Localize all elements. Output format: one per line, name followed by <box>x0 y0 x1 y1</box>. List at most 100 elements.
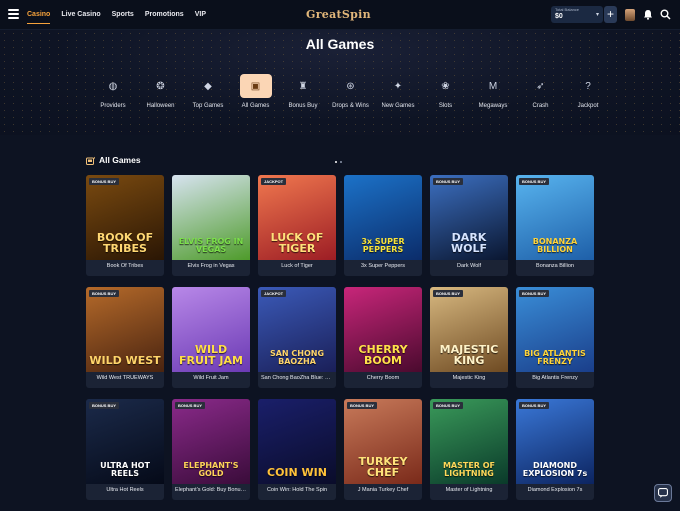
game-badge: BONUS BUY <box>519 290 550 297</box>
rocket-icon: ➶ <box>536 80 545 92</box>
game-thumbnail: MAJESTIC KING <box>430 287 508 372</box>
game-name: Wild West TRUEWAYS <box>96 375 154 381</box>
game-badge: BONUS BUY <box>89 178 120 185</box>
game-thumbnail: 3x SUPER PEPPERS <box>344 175 422 260</box>
category-label: Crash <box>532 103 549 109</box>
game-card[interactable]: ELVIS FROG IN VEGAS Elvis Frog in Vegas <box>172 175 250 276</box>
game-card[interactable]: COIN WIN Coin Win: Hold The Spin <box>258 399 336 500</box>
category-halloween[interactable]: ❂ Halloween <box>138 74 184 110</box>
game-card[interactable]: DIAMOND EXPLOSION 7s BONUS BUY Diamond Exp… <box>516 399 594 500</box>
live-chat-button[interactable] <box>654 484 672 502</box>
nav-casino[interactable]: Casino <box>27 0 51 30</box>
nav-sports[interactable]: Sports <box>112 0 134 30</box>
game-card[interactable]: SAN CHONG BAOZHA JACKPOT San Chong BaoZha … <box>258 287 336 388</box>
nav-promotions[interactable]: Promotions <box>145 0 184 30</box>
hamburger-menu-icon[interactable] <box>8 9 19 19</box>
category-slots[interactable]: ❀ Slots <box>423 74 469 110</box>
pager-dot[interactable] <box>335 161 337 163</box>
category-label: Bonus Buy <box>288 103 318 109</box>
game-name: Dark Wolf <box>456 263 482 269</box>
game-art-title: DARK WOLF <box>450 231 487 255</box>
chip-icon: ⊛ <box>346 80 355 92</box>
slot-machine-icon <box>86 156 95 165</box>
category-megaways[interactable]: M Megaways <box>470 74 516 110</box>
game-badge: BONUS BUY <box>89 290 120 297</box>
game-badge: BONUS BUY <box>433 178 464 185</box>
pager-dot[interactable] <box>340 161 342 163</box>
category-label: Drops & Wins <box>332 103 369 109</box>
game-name: J Mania Turkey Chef <box>357 487 409 493</box>
game-card[interactable]: BONANZA BILLION BONUS BUY Bonanza Billion <box>516 175 594 276</box>
category-bonus-buy[interactable]: ♜ Bonus Buy <box>280 74 326 110</box>
game-badge: BONUS BUY <box>175 402 206 409</box>
category-label: Jackpot <box>577 103 599 109</box>
category-label: Providers <box>100 103 126 109</box>
category-top-games[interactable]: ◆ Top Games <box>185 74 231 110</box>
diamond-icon: ◆ <box>204 80 212 92</box>
game-card[interactable]: BIG ATLANTIS FRENZY BONUS BUY Big Atlantis… <box>516 287 594 388</box>
game-name: Wild Fruit Jam <box>193 375 229 381</box>
game-art-title: BONANZA BILLION <box>532 237 578 254</box>
balance-value: $0 <box>555 13 563 20</box>
site-logo[interactable]: GreatSpin <box>306 8 371 21</box>
category-label: Megaways <box>478 103 508 109</box>
game-card[interactable]: LUCK OF TIGER JACKPOT Luck of Tiger <box>258 175 336 276</box>
category-all-games[interactable]: ▣ All Games <box>233 74 279 109</box>
game-card[interactable]: ULTRA HOT REELS BONUS BUY Ultra Hot Reels <box>86 399 164 500</box>
avatar[interactable] <box>625 9 635 21</box>
category-label: Halloween <box>146 103 175 109</box>
game-name: Bonanza Billion <box>536 263 574 269</box>
game-thumbnail: WILD WEST <box>86 287 164 372</box>
game-name: Master of Lightning <box>445 487 493 493</box>
category-new-games[interactable]: ✦ New Games <box>375 74 421 110</box>
bell-icon[interactable] <box>643 9 653 20</box>
game-card[interactable]: MAJESTIC KING BONUS BUY Majestic King <box>430 287 508 388</box>
question-icon: ? <box>585 80 591 92</box>
category-jackpot[interactable]: ? Jackpot <box>565 74 611 110</box>
game-badge: BONUS BUY <box>519 178 550 185</box>
game-card[interactable]: MASTER OF LIGHTNING BONUS BUY Master of Li… <box>430 399 508 500</box>
game-card[interactable]: WILD WEST BONUS BUY Wild West TRUEWAYS <box>86 287 164 388</box>
category-crash[interactable]: ➶ Crash <box>518 74 564 110</box>
game-art-title: LUCK OF TIGER <box>270 231 324 255</box>
search-icon[interactable] <box>660 9 671 20</box>
game-badge: BONUS BUY <box>433 290 464 297</box>
game-thumbnail: BOOK OF TRIBES <box>86 175 164 260</box>
game-card[interactable]: TURKEY CHEF BONUS BUY J Mania Turkey Chef <box>344 399 422 500</box>
game-art-title: CHERRY BOOM <box>358 343 408 367</box>
deposit-button[interactable]: + <box>604 6 617 23</box>
game-badge: BONUS BUY <box>89 402 120 409</box>
game-card[interactable]: CHERRY BOOM Cherry Boom <box>344 287 422 388</box>
game-name: Elvis Frog in Vegas <box>187 263 235 269</box>
chevron-down-icon: ▾ <box>595 12 599 18</box>
game-thumbnail: LUCK OF TIGER <box>258 175 336 260</box>
game-name: Book Of Tribes <box>106 263 144 269</box>
category-drops-wins[interactable]: ⊛ Drops & Wins <box>328 74 374 110</box>
game-art-title: ULTRA HOT REELS <box>100 461 150 478</box>
game-card[interactable]: DARK WOLF BONUS BUY Dark Wolf <box>430 175 508 276</box>
game-card[interactable]: 3x SUPER PEPPERS 3x Super Peppers <box>344 175 422 276</box>
carousel-pager <box>335 150 345 168</box>
game-thumbnail: DARK WOLF <box>430 175 508 260</box>
game-art-title: SAN CHONG BAOZHA <box>269 349 325 366</box>
game-name: Coin Win: Hold The Spin <box>266 487 328 493</box>
category-providers[interactable]: ◍ Providers <box>90 74 136 110</box>
game-name: Cherry Boom <box>366 375 400 381</box>
game-art-title: 3x SUPER PEPPERS <box>361 237 405 254</box>
category-carousel: ◍ Providers ❂ Halloween ◆ Top Games ▣ All Games… <box>90 74 600 122</box>
category-label: New Games <box>381 103 415 109</box>
game-thumbnail: CHERRY BOOM <box>344 287 422 372</box>
game-card[interactable]: BOOK OF TRIBES BONUS BUY Book Of Tribes <box>86 175 164 276</box>
game-name: Luck of Tiger <box>281 263 313 269</box>
game-badge: BONUS BUY <box>519 402 550 409</box>
game-art-title: WILD WEST <box>89 354 161 367</box>
game-art-title: ELEPHANT'S GOLD <box>183 461 239 478</box>
game-card[interactable]: ELEPHANT'S GOLD BONUS BUY Elephant's Gold:… <box>172 399 250 500</box>
nav-live-casino[interactable]: Live Casino <box>61 0 100 30</box>
nav-vip[interactable]: VIP <box>195 0 206 30</box>
slot-machine-icon: ▣ <box>239 74 272 98</box>
balance-dropdown[interactable]: Total Balance $0 ▾ <box>551 6 603 23</box>
game-card[interactable]: WILD FRUIT JAM Wild Fruit Jam <box>172 287 250 388</box>
game-name: Diamond Explosion 7s <box>527 487 583 493</box>
game-name: Big Atlantis Frenzy <box>532 375 578 381</box>
